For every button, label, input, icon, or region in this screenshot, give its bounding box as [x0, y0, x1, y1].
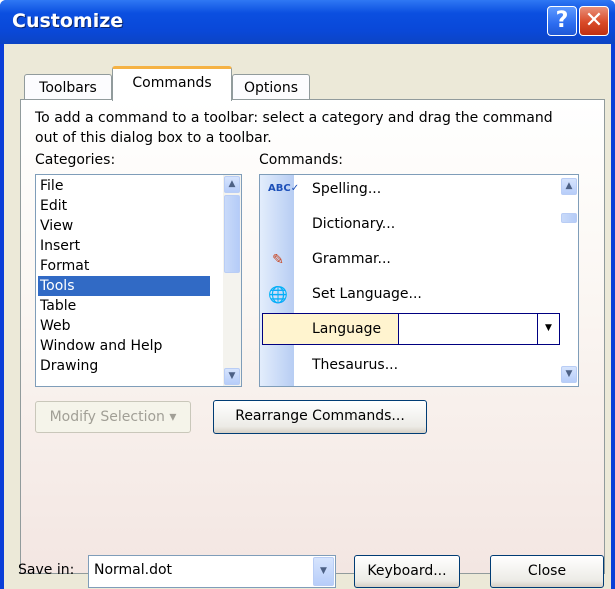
set-language-icon: 🌐 [268, 285, 288, 304]
list-item[interactable]: Thesaurus... [294, 351, 556, 379]
list-item[interactable]: Format [38, 256, 210, 276]
close-window-button[interactable]: ✕ [579, 6, 609, 36]
categories-list[interactable]: File Edit View Insert Format Tools Table… [35, 174, 242, 387]
tab-toolbars[interactable]: Toolbars [24, 74, 112, 101]
scroll-down-icon[interactable]: ▼ [561, 366, 577, 383]
title-bar[interactable]: Customize ? ✕ [0, 0, 615, 44]
list-item[interactable]: Edit [38, 196, 210, 216]
list-item[interactable]: Table [38, 296, 210, 316]
modify-selection-button[interactable]: Modify Selection ▾ [35, 401, 191, 433]
list-item[interactable]: Insert [38, 236, 210, 256]
commands-list[interactable]: ABC✓ Spelling... Dictionary... ✎ Grammar… [259, 174, 579, 387]
commands-label: Commands: [259, 152, 343, 168]
tab-options-label: Options [243, 80, 299, 96]
window-title: Customize [12, 10, 124, 32]
rearrange-commands-button[interactable]: Rearrange Commands... [213, 400, 427, 434]
list-item[interactable]: Web [38, 316, 210, 336]
instructions-text: To add a command to a toolbar: select a … [35, 110, 553, 146]
help-button[interactable]: ? [547, 6, 577, 36]
keyboard-button[interactable]: Keyboard... [354, 555, 460, 588]
list-item[interactable]: Spelling... [294, 175, 556, 203]
list-item[interactable]: Drawing [38, 356, 210, 376]
list-item[interactable]: Dictionary... [294, 210, 556, 238]
categories-scrollbar[interactable]: ▲ ▼ [223, 175, 241, 386]
scroll-thumb[interactable] [561, 213, 577, 223]
scroll-down-icon[interactable]: ▼ [224, 368, 240, 385]
spelling-icon: ABC✓ [268, 183, 300, 194]
tab-commands-label: Commands [132, 75, 212, 91]
help-icon: ? [555, 8, 569, 33]
close-icon: ✕ [584, 8, 604, 33]
scroll-thumb[interactable] [224, 195, 240, 273]
save-in-combo[interactable]: Normal.dot ▼ [88, 555, 336, 588]
grammar-icon: ✎ [272, 252, 284, 268]
scroll-up-icon[interactable]: ▲ [561, 178, 577, 195]
tab-options[interactable]: Options [232, 74, 310, 101]
commands-tab-panel: To add a command to a toolbar: select a … [20, 99, 605, 574]
dialog-body: Toolbars Commands Options To add a comma… [4, 44, 611, 589]
list-item[interactable]: Grammar... [294, 245, 556, 273]
list-item[interactable]: Window and Help [38, 336, 210, 356]
commands-scrollbar[interactable]: ▲ ▼ [560, 175, 578, 386]
list-item[interactable]: File [38, 176, 210, 196]
scroll-up-icon[interactable]: ▲ [224, 176, 240, 193]
list-item[interactable]: View [38, 216, 210, 236]
save-in-value: Normal.dot [94, 562, 173, 578]
close-button[interactable]: Close [490, 555, 604, 588]
tab-commands[interactable]: Commands [112, 66, 232, 101]
chevron-down-icon[interactable]: ▼ [537, 314, 559, 344]
categories-label: Categories: [35, 152, 116, 168]
icon-strip [260, 175, 294, 386]
chevron-down-icon[interactable]: ▼ [313, 557, 334, 586]
list-item-selected[interactable]: Tools [38, 276, 210, 296]
save-in-label: Save in: [18, 562, 75, 578]
language-combo-item[interactable]: Language ▼ [262, 313, 560, 345]
list-item[interactable]: Set Language... [294, 280, 556, 308]
language-label: Language [263, 314, 399, 344]
customize-dialog: Customize ? ✕ Toolbars Commands Options … [0, 0, 615, 589]
tab-toolbars-label: Toolbars [39, 80, 97, 96]
